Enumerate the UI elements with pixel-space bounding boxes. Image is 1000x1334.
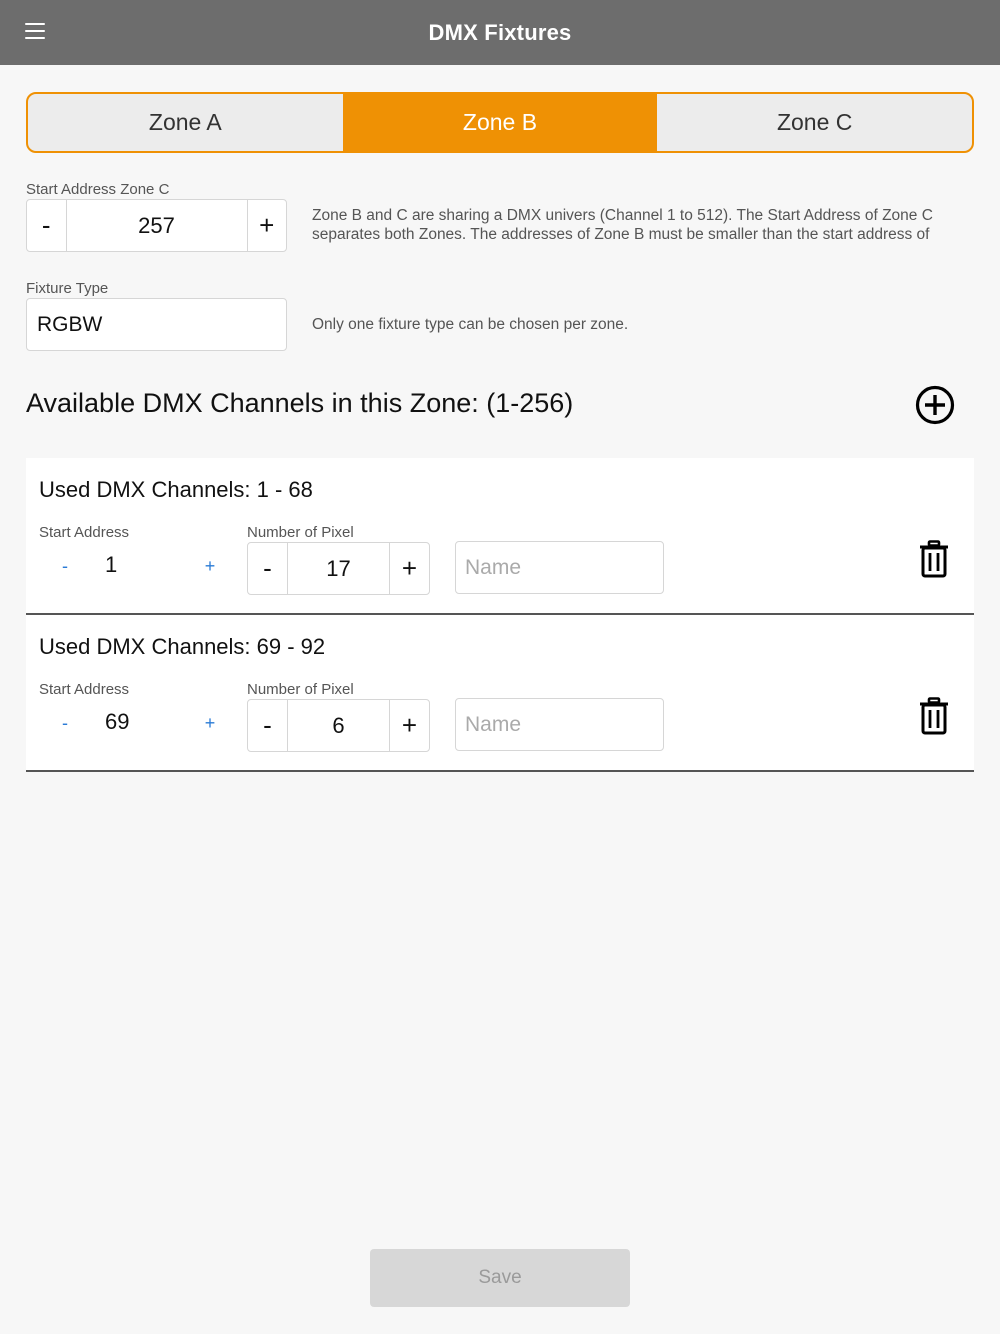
- start-address-increment-button[interactable]: +: [198, 713, 222, 734]
- fixture-name-input[interactable]: [455, 541, 664, 594]
- app-header: DMX Fixtures: [0, 0, 1000, 65]
- trash-icon[interactable]: [919, 697, 949, 735]
- start-address-help-text: Zone B and C are sharing a DMX univers (…: [312, 207, 933, 243]
- start-address-increment-button[interactable]: +: [248, 200, 287, 251]
- used-channels-text: Used DMX Channels: 69 - 92: [39, 634, 326, 659]
- save-button[interactable]: Save: [370, 1249, 630, 1307]
- trash-icon[interactable]: [919, 540, 949, 578]
- start-address-decrement-button[interactable]: -: [27, 200, 66, 251]
- hamburger-menu-icon[interactable]: [25, 23, 45, 39]
- start-address-value[interactable]: 69: [105, 709, 129, 735]
- fixture-card: Used DMX Channels: 1 - 68 Start Address …: [26, 458, 974, 615]
- tab-zone-a[interactable]: Zone A: [28, 94, 343, 151]
- fixture-name-input[interactable]: [455, 698, 664, 751]
- start-address-label: Start Address Zone C: [26, 181, 170, 198]
- pixel-decrement-button[interactable]: -: [248, 700, 287, 751]
- add-fixture-icon[interactable]: [915, 385, 955, 425]
- pixel-increment-button[interactable]: +: [390, 700, 429, 751]
- number-of-pixel-stepper: - 17 +: [247, 542, 430, 595]
- pixel-decrement-button[interactable]: -: [248, 543, 287, 594]
- start-address-label: Start Address: [39, 524, 130, 541]
- zone-segmented-control: Zone A Zone B Zone C: [26, 92, 974, 153]
- pixel-value[interactable]: 6: [287, 700, 390, 751]
- start-address-value[interactable]: 257: [65, 200, 248, 251]
- available-channels-title: Available DMX Channels in this Zone: (1-…: [26, 388, 574, 418]
- number-of-pixel-stepper: - 6 +: [247, 699, 430, 752]
- start-address-decrement-button[interactable]: -: [53, 713, 77, 734]
- start-address-label: Start Address: [39, 681, 130, 698]
- start-address-stepper: - 257 +: [26, 199, 287, 252]
- pixel-value[interactable]: 17: [287, 543, 390, 594]
- fixture-card: Used DMX Channels: 69 - 92 Start Address…: [26, 615, 974, 772]
- page-title: DMX Fixtures: [428, 19, 572, 45]
- pixel-increment-button[interactable]: +: [390, 543, 429, 594]
- tab-zone-b[interactable]: Zone B: [342, 94, 658, 151]
- tab-zone-c[interactable]: Zone C: [657, 94, 972, 151]
- used-channels-text: Used DMX Channels: 1 - 68: [39, 477, 313, 502]
- fixture-type-field[interactable]: RGBW: [26, 298, 287, 351]
- number-of-pixel-label: Number of Pixel: [247, 681, 354, 698]
- number-of-pixel-label: Number of Pixel: [247, 524, 354, 541]
- fixture-type-label: Fixture Type: [26, 280, 109, 297]
- start-address-value[interactable]: 1: [105, 552, 117, 578]
- start-address-increment-button[interactable]: +: [198, 556, 222, 577]
- start-address-decrement-button[interactable]: -: [53, 556, 77, 577]
- fixture-type-help-text: Only one fixture type can be chosen per …: [312, 316, 629, 333]
